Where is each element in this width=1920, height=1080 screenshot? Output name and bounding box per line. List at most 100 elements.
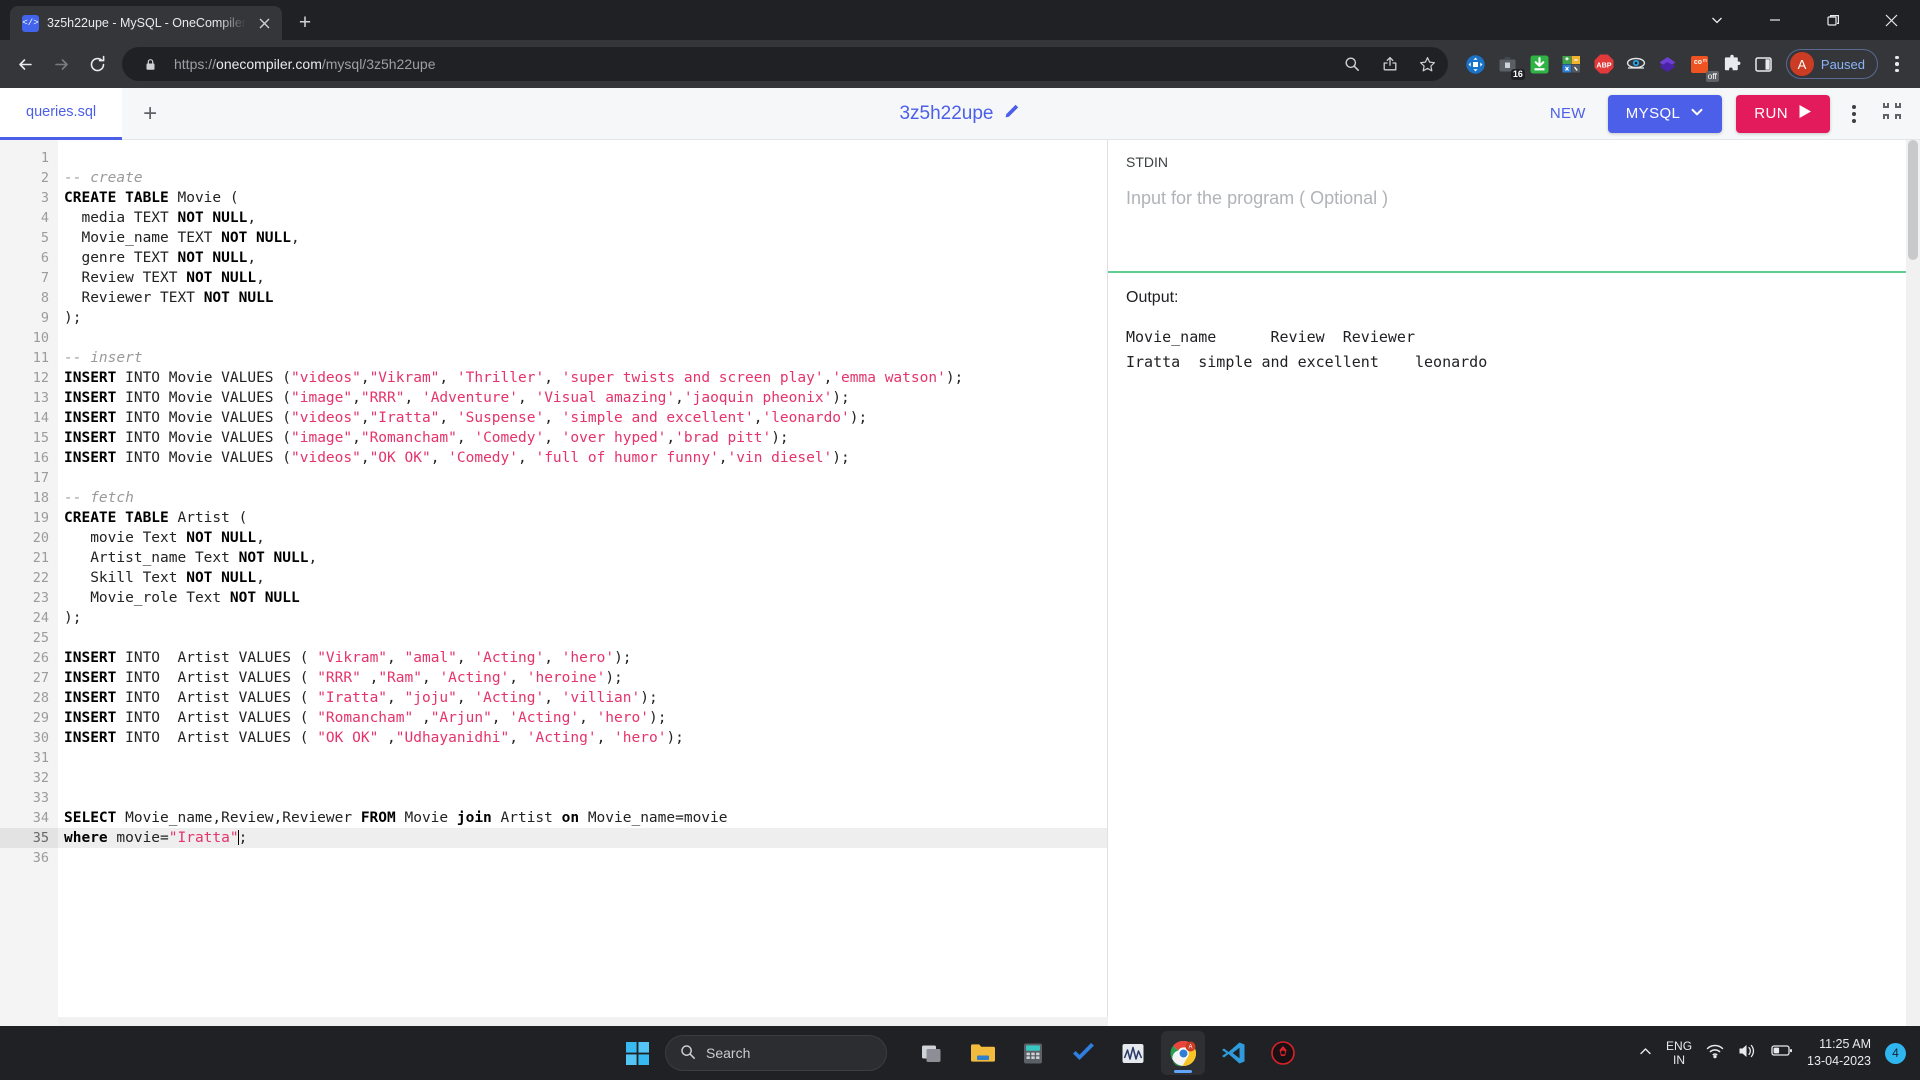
vscode-icon[interactable] <box>1211 1031 1255 1075</box>
code-line[interactable] <box>64 468 1107 488</box>
volume-icon[interactable] <box>1738 1043 1757 1064</box>
page-scrollbar[interactable]: ▲ <box>1906 140 1920 1026</box>
file-tab-queries-sql[interactable]: queries.sql <box>0 88 122 140</box>
code-line[interactable]: media TEXT NOT NULL, <box>64 208 1107 228</box>
code-line[interactable]: -- insert <box>64 348 1107 368</box>
windows-start-icon[interactable] <box>615 1031 659 1075</box>
app-overflow-menu-button[interactable] <box>1844 99 1864 129</box>
edit-title-pencil-icon[interactable] <box>1004 102 1021 125</box>
code-line[interactable]: Skill Text NOT NULL, <box>64 568 1107 588</box>
page-scrollbar-thumb[interactable] <box>1908 140 1918 260</box>
code-token: , <box>247 210 256 226</box>
code-token: 'Comedy' <box>474 430 544 446</box>
taskbar-search-box[interactable]: Search <box>665 1035 887 1071</box>
code-line[interactable]: INSERT INTO Movie VALUES ("image","Roman… <box>64 428 1107 448</box>
code-editor[interactable]: 1234567891011121314151617181920212223242… <box>0 140 1108 1026</box>
code-line[interactable]: INSERT INTO Movie VALUES ("videos","Vikr… <box>64 368 1107 388</box>
code-line[interactable]: Artist_name Text NOT NULL, <box>64 548 1107 568</box>
language-indicator[interactable]: ENG IN <box>1666 1039 1692 1067</box>
code-line[interactable] <box>64 788 1107 808</box>
battery-icon[interactable] <box>1771 1044 1793 1062</box>
diamond-extension-icon[interactable] <box>1654 50 1682 78</box>
code-line[interactable]: INSERT INTO Movie VALUES ("videos","OK O… <box>64 448 1107 468</box>
bookmark-star-icon[interactable] <box>1414 50 1442 78</box>
code-line[interactable] <box>64 748 1107 768</box>
code-line[interactable] <box>64 328 1107 348</box>
code-line[interactable]: -- fetch <box>64 488 1107 508</box>
forward-button-icon[interactable] <box>44 47 78 81</box>
notification-badge[interactable]: 4 <box>1885 1043 1906 1064</box>
code-line[interactable]: INSERT INTO Artist VALUES ( "RRR" ,"Ram"… <box>64 668 1107 688</box>
code-line[interactable]: -- create <box>64 168 1107 188</box>
back-button-icon[interactable] <box>8 47 42 81</box>
accessibility-extension-icon[interactable] <box>1462 50 1490 78</box>
stdin-input[interactable]: Input for the program ( Optional ) <box>1126 188 1902 209</box>
code-line[interactable] <box>64 848 1107 868</box>
code-line[interactable]: CREATE TABLE Artist ( <box>64 508 1107 528</box>
code-line[interactable]: INSERT INTO Artist VALUES ( "Romancham" … <box>64 708 1107 728</box>
eye-extension-icon[interactable] <box>1622 50 1650 78</box>
code-line[interactable] <box>64 768 1107 788</box>
code-line[interactable]: genre TEXT NOT NULL, <box>64 248 1107 268</box>
extensions-puzzle-icon[interactable] <box>1718 50 1746 78</box>
reload-button-icon[interactable] <box>80 47 114 81</box>
code-line[interactable]: INSERT INTO Artist VALUES ( "Iratta", "j… <box>64 688 1107 708</box>
code-token: ); <box>649 710 666 726</box>
share-icon[interactable] <box>1376 50 1404 78</box>
adblock-plus-icon[interactable]: ABP <box>1590 50 1618 78</box>
spreadsheet-extension-icon[interactable] <box>1558 50 1586 78</box>
new-tab-button[interactable]: + <box>290 8 320 38</box>
profile-chip[interactable]: A Paused <box>1786 49 1878 79</box>
editor-horizontal-scrollbar[interactable] <box>58 1017 1108 1026</box>
address-bar[interactable]: https://onecompiler.com/mysql/3z5h22upe <box>122 47 1448 81</box>
code-line[interactable]: where movie="Iratta"; <box>64 828 1107 848</box>
close-tab-icon[interactable] <box>254 13 274 33</box>
calculator-icon[interactable] <box>1011 1031 1055 1075</box>
code-line[interactable]: INSERT INTO Artist VALUES ( "OK OK" ,"Ud… <box>64 728 1107 748</box>
run-button[interactable]: RUN <box>1736 95 1830 133</box>
code-line[interactable] <box>64 148 1107 168</box>
editor-code-area[interactable]: -- createCREATE TABLE Movie ( media TEXT… <box>58 140 1107 1026</box>
game-app-icon[interactable] <box>1261 1031 1305 1075</box>
language-selector-button[interactable]: MYSQL <box>1608 95 1723 133</box>
code-line[interactable] <box>64 628 1107 648</box>
side-panel-icon[interactable] <box>1750 50 1778 78</box>
task-view-icon[interactable] <box>911 1031 955 1075</box>
download-manager-icon[interactable] <box>1526 50 1554 78</box>
code-token: 'Adventure' <box>422 390 518 406</box>
code-token: "amal" <box>405 650 457 666</box>
show-hidden-icons-chevron-up-icon[interactable] <box>1639 1045 1652 1061</box>
code-line[interactable]: movie Text NOT NULL, <box>64 528 1107 548</box>
todo-checkmark-icon[interactable] <box>1061 1031 1105 1075</box>
chart-app-icon[interactable] <box>1111 1031 1155 1075</box>
taskbar-clock[interactable]: 11:25 AM 13-04-2023 <box>1807 1036 1871 1070</box>
search-icon[interactable] <box>1338 50 1366 78</box>
new-button[interactable]: NEW <box>1542 101 1594 126</box>
code-line[interactable]: INSERT INTO Artist VALUES ( "Vikram", "a… <box>64 648 1107 668</box>
restore-window-icon[interactable] <box>1804 0 1862 40</box>
briefcase-extension-icon[interactable]: 16 <box>1494 50 1522 78</box>
browser-tab-active[interactable]: </> 3z5h22upe - MySQL - OneCompiler <box>10 6 282 40</box>
close-window-icon[interactable] <box>1862 0 1920 40</box>
code-line[interactable]: ); <box>64 608 1107 628</box>
tab-search-chevron-down-icon[interactable] <box>1688 0 1746 40</box>
minimize-window-icon[interactable] <box>1746 0 1804 40</box>
code-line[interactable]: Reviewer TEXT NOT NULL <box>64 288 1107 308</box>
code-line[interactable]: Movie_role Text NOT NULL <box>64 588 1107 608</box>
code-line[interactable]: CREATE TABLE Movie ( <box>64 188 1107 208</box>
browser-menu-button[interactable] <box>1882 49 1912 79</box>
add-file-button[interactable]: + <box>122 88 178 140</box>
line-number: 6 <box>0 248 58 268</box>
collapse-view-icon[interactable] <box>1878 97 1906 130</box>
code-token: Movie_name TEXT <box>64 230 221 246</box>
file-explorer-icon[interactable] <box>961 1031 1005 1075</box>
code-line[interactable]: INSERT INTO Movie VALUES ("image","RRR",… <box>64 388 1107 408</box>
code-line[interactable]: ); <box>64 308 1107 328</box>
com-extension-icon[interactable]: com off <box>1686 50 1714 78</box>
code-line[interactable]: INSERT INTO Movie VALUES ("videos","Irat… <box>64 408 1107 428</box>
code-line[interactable]: SELECT Movie_name,Review,Reviewer FROM M… <box>64 808 1107 828</box>
wifi-icon[interactable] <box>1706 1043 1724 1064</box>
code-line[interactable]: Review TEXT NOT NULL, <box>64 268 1107 288</box>
code-line[interactable]: Movie_name TEXT NOT NULL, <box>64 228 1107 248</box>
google-chrome-icon[interactable]: A <box>1161 1031 1205 1075</box>
